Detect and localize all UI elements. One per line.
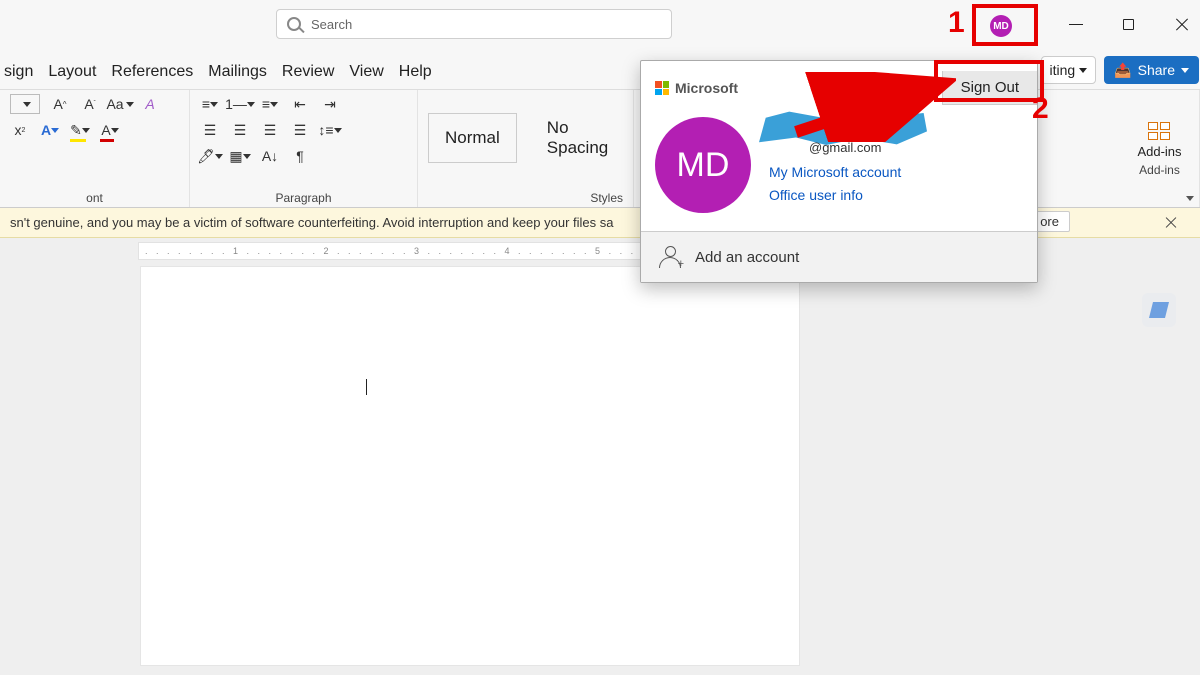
- microsoft-logo: Microsoft: [655, 80, 738, 96]
- account-email-redacted: @gmail.com: [769, 119, 927, 155]
- align-right-icon[interactable]: ☰: [260, 120, 280, 140]
- window-close-button[interactable]: [1174, 17, 1188, 31]
- tab-references[interactable]: References: [111, 63, 193, 81]
- align-left-icon[interactable]: ☰: [200, 120, 220, 140]
- style-normal[interactable]: Normal: [428, 113, 517, 163]
- align-center-icon[interactable]: ☰: [230, 120, 250, 140]
- font-group-label: ont: [10, 191, 179, 205]
- share-button[interactable]: 📤 Share: [1104, 56, 1199, 84]
- share-icon: 📤: [1114, 62, 1131, 79]
- search-input[interactable]: Search: [276, 9, 672, 39]
- tab-layout[interactable]: Layout: [48, 63, 96, 81]
- window-minimize-button[interactable]: [1069, 17, 1083, 31]
- sort-icon[interactable]: A↓: [260, 146, 280, 166]
- multilevel-list-icon[interactable]: ≡: [260, 94, 280, 114]
- microsoft-icon: [655, 81, 669, 95]
- document-page[interactable]: [140, 266, 800, 666]
- ribbon-collapse-chevron[interactable]: [1186, 196, 1194, 201]
- account-avatar: MD: [655, 117, 751, 213]
- office-user-info-link[interactable]: Office user info: [769, 184, 927, 207]
- tab-design[interactable]: sign: [4, 63, 33, 81]
- addins-icon[interactable]: [1148, 122, 1172, 140]
- window-maximize-button[interactable]: [1123, 19, 1134, 30]
- subscript-icon[interactable]: x2: [10, 120, 30, 140]
- numbering-icon[interactable]: 1―: [230, 94, 250, 114]
- change-case-icon[interactable]: Aa: [110, 94, 130, 114]
- text-cursor: [366, 379, 367, 395]
- increase-indent-icon[interactable]: ⇥: [320, 94, 340, 114]
- justify-icon[interactable]: ☰: [290, 120, 310, 140]
- bullets-icon[interactable]: ≡: [200, 94, 220, 114]
- font-size-combo[interactable]: [10, 94, 40, 114]
- styles-group-label: Styles: [428, 191, 623, 205]
- tab-review[interactable]: Review: [282, 63, 334, 81]
- my-microsoft-account-link[interactable]: My Microsoft account: [769, 161, 927, 184]
- shading-icon[interactable]: 🖊: [200, 146, 220, 166]
- show-paragraph-icon[interactable]: ¶: [290, 146, 310, 166]
- annotation-number-1: 1: [948, 8, 965, 38]
- increase-font-icon[interactable]: A^: [50, 94, 70, 114]
- chevron-down-icon: [1079, 68, 1087, 73]
- decrease-font-icon[interactable]: Aˇ: [80, 94, 100, 114]
- line-spacing-icon[interactable]: ↕≡: [320, 120, 340, 140]
- editor-pane-button[interactable]: [1142, 293, 1176, 327]
- addins-label: Add-ins: [1137, 144, 1181, 159]
- chevron-down-icon: [1181, 68, 1189, 73]
- close-warning-button[interactable]: [1164, 216, 1176, 228]
- decrease-indent-icon[interactable]: ⇤: [290, 94, 310, 114]
- annotation-number-2: 2: [1032, 94, 1049, 124]
- font-color-icon[interactable]: A: [100, 120, 120, 140]
- add-account-button[interactable]: + Add an account: [641, 231, 1037, 282]
- style-no-spacing[interactable]: No Spacing: [531, 104, 624, 172]
- text-effects-icon[interactable]: A: [40, 120, 60, 140]
- highlight-icon[interactable]: ✎: [70, 120, 90, 140]
- clear-formatting-icon[interactable]: A: [140, 94, 160, 114]
- annotation-box-1: [972, 4, 1038, 46]
- add-person-icon: +: [659, 246, 681, 268]
- annotation-box-2: [934, 60, 1044, 102]
- tab-mailings[interactable]: Mailings: [208, 63, 267, 81]
- tab-help[interactable]: Help: [399, 63, 432, 81]
- borders-icon[interactable]: ▦: [230, 146, 250, 166]
- paragraph-group-label: Paragraph: [200, 191, 407, 205]
- tab-view[interactable]: View: [349, 63, 383, 81]
- search-placeholder: Search: [311, 17, 352, 32]
- warning-text: sn't genuine, and you may be a victim of…: [10, 215, 613, 230]
- editing-mode-button[interactable]: iting: [1041, 56, 1097, 84]
- addins-group-label: Add-ins: [1139, 163, 1180, 177]
- search-icon: [287, 17, 301, 31]
